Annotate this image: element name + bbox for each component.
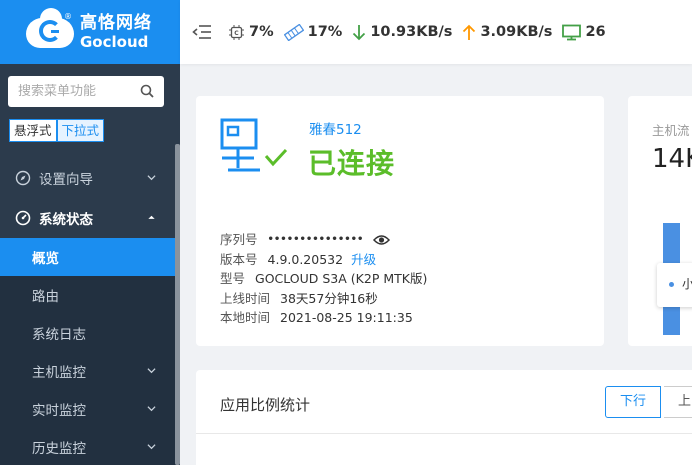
local-time-row: 本地时间 2021-08-25 19:11:35 (220, 308, 427, 328)
uptime-row: 上线时间 38天57分钟16秒 (220, 289, 427, 309)
sidebar-scrollbar[interactable] (175, 144, 180, 465)
upgrade-link[interactable]: 升级 (351, 250, 376, 270)
sidebar-item-system-status[interactable]: 系统状态 (0, 198, 176, 238)
system-status-submenu: 概览 路由 系统日志 主机监控 实时监控 历史监控 (0, 238, 176, 465)
float-mode-button[interactable]: 悬浮式 (9, 119, 57, 142)
tooltip-series-dot (669, 282, 674, 287)
online-hosts-value: 26 (585, 24, 606, 40)
version-value: 4.9.0.20532 (267, 251, 344, 267)
version-row: 版本号 4.9.0.20532 升级 (220, 250, 427, 270)
model-label: 型号 (220, 271, 246, 286)
local-time-label: 本地时间 (220, 310, 271, 325)
serial-value: ••••••••••••••• (267, 234, 364, 245)
sidebar-item-overview[interactable]: 概览 (0, 238, 176, 276)
sidebar-item-routing[interactable]: 路由 (0, 276, 176, 314)
menu-search-input[interactable] (18, 84, 138, 99)
menu-mode-toggle: 悬浮式 下拉式 (9, 119, 105, 142)
logo[interactable]: ® 高恪网络 Gocloud (0, 0, 180, 64)
cpu-usage: C 7% (228, 24, 274, 41)
router-connected-icon (220, 118, 288, 172)
sidebar-item-host-monitor[interactable]: 主机监控 (0, 352, 176, 390)
sidebar-item-label: 主机监控 (32, 365, 86, 381)
serial-row: 序列号 ••••••••••••••• (220, 230, 427, 250)
host-flow-title: 主机流 (652, 123, 690, 138)
top-bar: C 7% 17% 10.93KB/s 3.09KB/s 26 (180, 0, 692, 64)
connection-status: 已连接 (308, 147, 396, 180)
online-hosts: 26 (562, 24, 606, 41)
uptime-value: 38天57分钟16秒 (280, 290, 378, 306)
sidebar-item-label: 设置向导 (39, 172, 93, 188)
tab-downstream[interactable]: 下行 (605, 386, 662, 418)
dropdown-mode-button[interactable]: 下拉式 (56, 119, 105, 142)
memory-usage-value: 17% (307, 24, 343, 40)
svg-text:C: C (234, 30, 239, 37)
download-speed: 10.93KB/s (352, 24, 452, 41)
sidebar-item-setup-wizard[interactable]: 设置向导 (0, 158, 176, 198)
arrow-up-icon (463, 24, 476, 40)
version-label: 版本号 (220, 251, 258, 267)
app-ratio-card: 应用比例统计 下行 上 (196, 370, 692, 465)
cpu-chip-icon: C (229, 24, 244, 40)
chart-tooltip: 小 (657, 263, 692, 307)
monitor-icon (562, 24, 582, 40)
app-ratio-title: 应用比例统计 (220, 396, 311, 414)
memory-usage: 17% (283, 23, 343, 41)
arrow-down-icon (353, 24, 366, 40)
cpu-usage-value: 7% (249, 24, 274, 40)
registered-mark: ® (64, 12, 72, 21)
divider (196, 433, 692, 434)
host-flow-card: 主机流 14K 小 (628, 96, 692, 346)
upload-speed-value: 3.09KB/s (480, 24, 553, 40)
serial-label: 序列号 (220, 232, 258, 247)
model-value: GOCLOUD S3A (K2P MTK版) (255, 271, 428, 286)
download-speed-value: 10.93KB/s (370, 24, 453, 40)
gocloud-logo-icon: ® (24, 8, 76, 52)
sidebar-item-system-log[interactable]: 系统日志 (0, 314, 176, 352)
sidebar-item-realtime-monitor[interactable]: 实时监控 (0, 390, 176, 428)
dashboard-gauge-icon (15, 210, 31, 226)
device-name[interactable]: 雅春512 (309, 118, 362, 138)
chevron-down-icon (147, 175, 156, 181)
uptime-label: 上线时间 (220, 290, 271, 306)
upload-speed: 3.09KB/s (462, 24, 552, 41)
compass-icon (15, 170, 31, 186)
sidebar: ® 高恪网络 Gocloud 悬浮式 下拉式 设置向导 (0, 0, 180, 465)
sidebar-item-history-monitor[interactable]: 历史监控 (0, 428, 176, 465)
menu-search (8, 76, 164, 107)
sidebar-menu: 设置向导 系统状态 概览 路由 系统日志 主机监控 实时监控 历史监控 (0, 158, 176, 465)
sidebar-item-label: 系统状态 (39, 212, 93, 228)
brand-name-cn: 高恪网络 (80, 12, 152, 33)
brand-name-en: Gocloud (80, 32, 149, 51)
eye-icon[interactable] (373, 234, 391, 246)
host-flow-value: 14K (652, 144, 692, 174)
memory-icon (283, 23, 304, 41)
chevron-down-icon (147, 444, 156, 450)
model-row: 型号 GOCLOUD S3A (K2P MTK版) (220, 269, 427, 289)
device-info: 序列号 ••••••••••••••• 版本号 4.9.0.20532 升级 型… (220, 230, 427, 328)
chevron-down-icon (147, 406, 156, 412)
local-time-value: 2021-08-25 19:11:35 (280, 310, 413, 325)
search-icon[interactable] (140, 84, 154, 98)
sidebar-item-label: 历史监控 (32, 441, 86, 457)
chevron-up-icon (148, 215, 155, 219)
device-status-card: 雅春512 已连接 序列号 ••••••••••••••• 版本号 4.9.0.… (196, 96, 604, 346)
menu-collapse-icon[interactable] (192, 23, 212, 41)
tab-upstream[interactable]: 上 (664, 386, 692, 418)
chevron-down-icon (147, 368, 156, 374)
sidebar-item-label: 实时监控 (32, 403, 86, 419)
tooltip-text: 小 (682, 277, 692, 291)
